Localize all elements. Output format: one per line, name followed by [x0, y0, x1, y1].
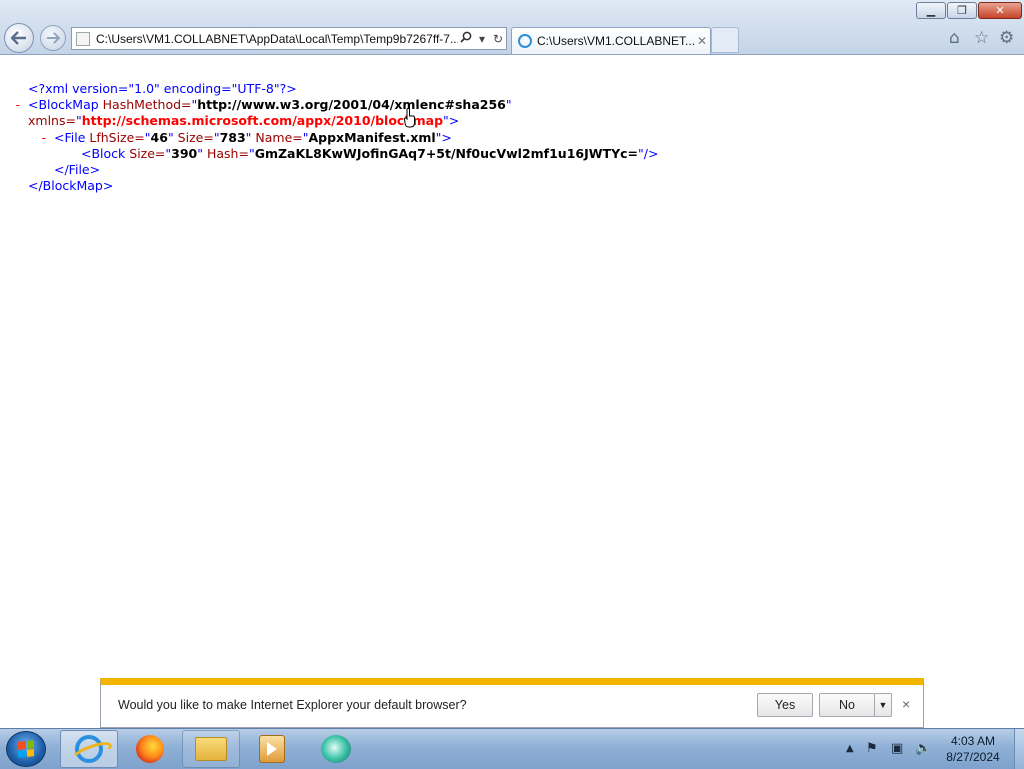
tools-icon[interactable]: ⚙ — [999, 28, 1014, 48]
close-window-button[interactable]: ✕ — [978, 2, 1022, 19]
taskbar-internet-explorer[interactable] — [60, 730, 118, 768]
window-controls: ▁ ❐ ✕ — [916, 2, 1022, 19]
restore-button[interactable]: ❐ — [947, 2, 977, 19]
minimize-button[interactable]: ▁ — [916, 2, 946, 19]
tab-close-icon[interactable]: ✕ — [694, 34, 710, 48]
taskbar-windows-explorer[interactable] — [182, 730, 240, 768]
new-tab-button[interactable] — [711, 27, 739, 53]
no-button[interactable]: No — [819, 693, 875, 717]
clock-time: 4:03 AM — [950, 734, 996, 748]
address-input[interactable]: C:\Users\VM1.COLLABNET\AppData\Local\Tem… — [96, 32, 458, 46]
blockmap-open-line1: <BlockMap HashMethod="http://www.w3.org/… — [28, 97, 512, 112]
windows-logo-icon — [18, 740, 34, 758]
media-player-icon — [259, 735, 285, 763]
network-icon[interactable]: ▣ — [891, 741, 903, 756]
start-button[interactable] — [6, 731, 46, 767]
taskbar-app[interactable] — [307, 730, 365, 768]
show-desktop-button[interactable] — [1014, 729, 1024, 769]
taskbar: ▲ ⚑ ▣ 🔈 4:03 AM 8/27/2024 — [0, 728, 1024, 769]
block-line: <Block Size="390" Hash="GmZaKL8KwWJofinG… — [81, 146, 659, 161]
file-close-line: </File> — [54, 162, 101, 177]
tab-active[interactable]: C:\Users\VM1.COLLABNET... ✕ — [511, 27, 711, 54]
back-button[interactable] — [4, 23, 34, 53]
tab-title: C:\Users\VM1.COLLABNET... — [537, 34, 694, 48]
home-icon[interactable]: ⌂ — [949, 28, 960, 48]
page-icon — [76, 31, 90, 46]
browser-toolbar: ▁ ❐ ✕ C:\Users\VM1.COLLABNET\AppData\Loc… — [0, 0, 1024, 55]
search-icon[interactable] — [458, 31, 474, 46]
internet-explorer-icon — [75, 735, 103, 763]
hand-cursor-icon — [404, 108, 415, 128]
taskbar-firefox[interactable] — [121, 730, 179, 768]
yes-button[interactable]: Yes — [757, 693, 813, 717]
blockmap-close-line: </BlockMap> — [28, 178, 114, 193]
volume-muted-icon[interactable]: 🔈 — [915, 741, 931, 756]
folder-icon — [195, 737, 227, 761]
default-browser-notification: Would you like to make Internet Explorer… — [100, 678, 924, 728]
address-bar[interactable]: C:\Users\VM1.COLLABNET\AppData\Local\Tem… — [71, 27, 507, 50]
firefox-icon — [136, 735, 164, 763]
file-open-line: <File LfhSize="46" Size="783" Name="Appx… — [54, 130, 452, 145]
system-clock[interactable]: 4:03 AM 8/27/2024 — [940, 733, 1006, 765]
taskbar-media-player[interactable] — [243, 730, 301, 768]
action-center-flag-icon[interactable]: ⚑ — [866, 741, 878, 756]
favorites-icon[interactable]: ☆ — [974, 28, 989, 48]
xml-document: <?xml version="1.0" encoding="UTF-8"?> -… — [0, 55, 1024, 675]
app-icon — [321, 735, 351, 763]
back-icon — [11, 31, 26, 45]
clock-date: 8/27/2024 — [946, 750, 1000, 764]
forward-button[interactable] — [40, 25, 66, 51]
blockmap-open-line2: xmlns="http://schemas.microsoft.com/appx… — [28, 113, 460, 128]
forward-icon — [46, 32, 60, 44]
notification-message: Would you like to make Internet Explorer… — [118, 698, 467, 712]
collapse-toggle-file[interactable]: - — [40, 130, 48, 146]
collapse-toggle-blockmap[interactable]: - — [14, 97, 22, 113]
notification-close-icon[interactable]: × — [902, 696, 910, 712]
xml-declaration: <?xml version="1.0" encoding="UTF-8"?> — [28, 81, 297, 96]
show-hidden-icons-icon[interactable]: ▲ — [846, 743, 854, 754]
dropdown-arrow-icon[interactable]: ▾ — [474, 32, 490, 46]
refresh-icon[interactable]: ↻ — [490, 32, 506, 46]
ie-favicon-icon — [518, 34, 532, 48]
no-dropdown-button[interactable]: ▼ — [874, 693, 892, 717]
